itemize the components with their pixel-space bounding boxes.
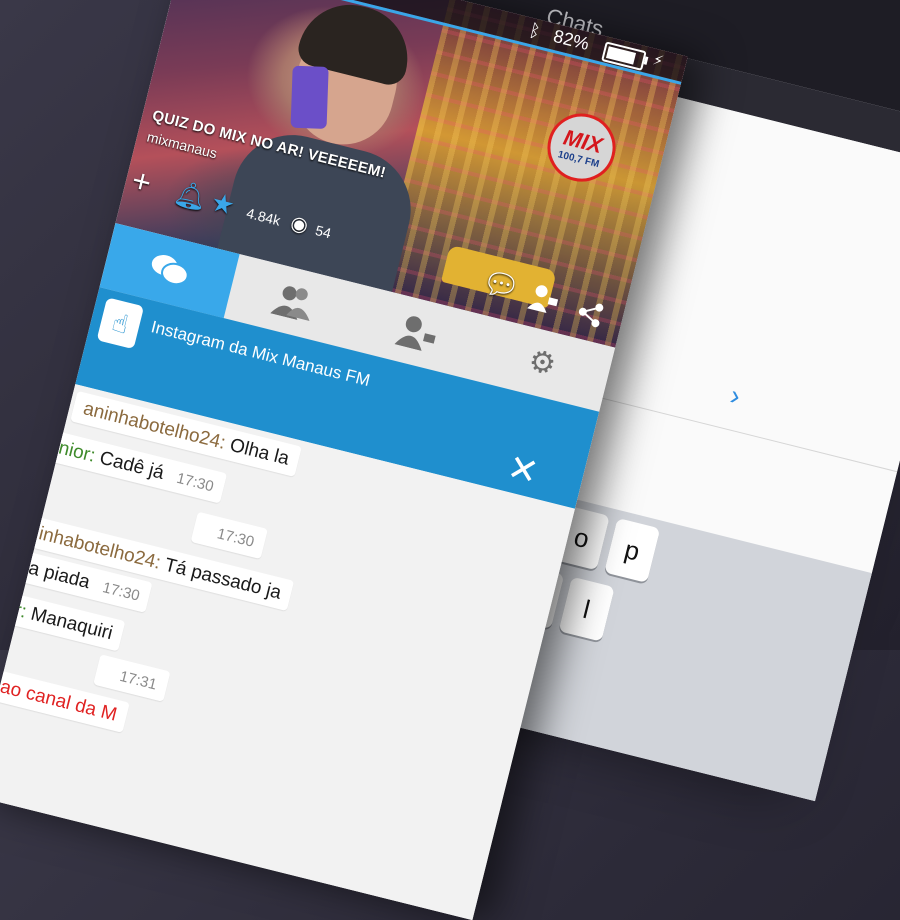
- message-text: Tá passado ja: [157, 553, 284, 604]
- close-icon[interactable]: ✕: [503, 446, 542, 494]
- message-username[interactable]: jbjunior:: [28, 430, 98, 466]
- message-text: Cadê já: [92, 446, 167, 484]
- message-text: Olha la: [222, 433, 292, 470]
- live-stream-app: MIX 100,7 FM QUIZ DO MIX NO AR! VEEEEEM!…: [0, 0, 688, 920]
- chat-bubbles-icon: [143, 255, 192, 299]
- chat-message: 17:31: [93, 654, 171, 702]
- battery-fill: [605, 46, 636, 65]
- viewers-count: 54: [313, 221, 333, 242]
- chat-message: 17:30: [190, 511, 268, 560]
- add-icon[interactable]: +: [128, 161, 155, 201]
- key-p[interactable]: p: [604, 517, 661, 583]
- bluetooth-icon: ᛒ: [527, 19, 543, 42]
- bell-icon[interactable]: 🔔︎: [171, 177, 210, 215]
- camera-user-icon: [393, 316, 440, 361]
- key-l[interactable]: l: [558, 576, 615, 642]
- battery-tip: [643, 56, 649, 65]
- message-time: 17:30: [215, 525, 256, 551]
- message-time: 17:30: [100, 579, 142, 605]
- message-text: Manaquiri: [23, 602, 115, 645]
- charging-icon: ⚡︎: [650, 51, 666, 71]
- users-icon: [269, 286, 316, 330]
- phone-in-hand: [290, 65, 329, 129]
- hand-pointer-icon: ☝︎: [96, 297, 145, 350]
- gear-icon: ⚙: [525, 343, 560, 383]
- message-time: 17:31: [117, 667, 159, 694]
- message-time: 17:30: [174, 469, 216, 496]
